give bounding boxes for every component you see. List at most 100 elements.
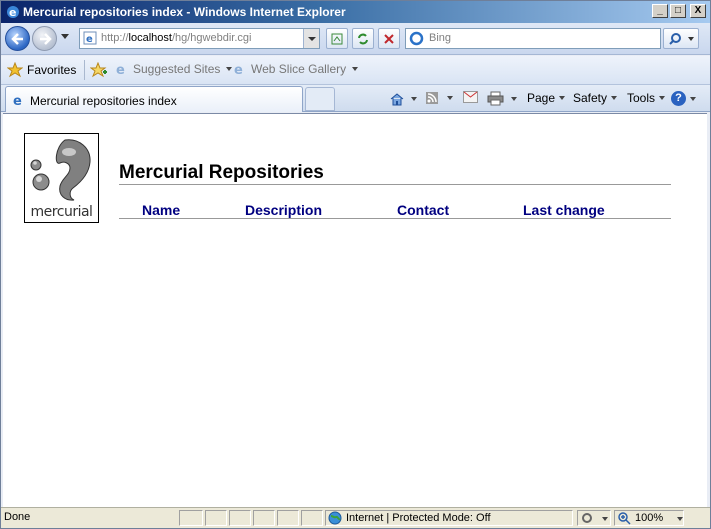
chevron-down-icon bbox=[602, 517, 608, 521]
security-zone[interactable]: Internet | Protected Mode: Off bbox=[325, 510, 573, 526]
chevron-down-icon bbox=[677, 517, 683, 521]
printer-icon bbox=[487, 91, 504, 106]
search-options-dropdown-icon[interactable] bbox=[688, 37, 694, 41]
svg-text:e: e bbox=[9, 6, 16, 19]
add-favorite-icon bbox=[90, 62, 107, 78]
address-bar[interactable]: e http://localhost/hg/hgwebdir.cgi bbox=[79, 28, 320, 49]
address-dropdown-button[interactable] bbox=[303, 29, 319, 48]
status-text: Done bbox=[4, 511, 31, 523]
column-header-description[interactable]: Description bbox=[245, 202, 322, 218]
column-header-contact[interactable]: Contact bbox=[397, 202, 449, 218]
browser-window: e Mercurial repositories index - Windows… bbox=[0, 0, 711, 529]
back-arrow-icon bbox=[11, 33, 23, 45]
address-url[interactable]: http://localhost/hg/hgwebdir.cgi bbox=[101, 32, 251, 44]
chevron-down-icon bbox=[411, 97, 417, 101]
chevron-down-icon bbox=[447, 96, 453, 100]
protected-mode-options[interactable] bbox=[577, 510, 611, 526]
minimize-button[interactable]: _ bbox=[652, 4, 668, 18]
ie-page-icon: e bbox=[13, 94, 22, 107]
page-content: mercurial Mercurial Repositories Name De… bbox=[3, 113, 707, 507]
column-header-last-change[interactable]: Last change bbox=[523, 202, 605, 218]
chevron-down-icon bbox=[690, 96, 696, 101]
title-bar: e Mercurial repositories index - Windows… bbox=[1, 1, 710, 23]
ie-page-icon: e bbox=[116, 63, 125, 76]
new-tab-button[interactable] bbox=[305, 87, 335, 111]
forward-arrow-icon bbox=[40, 33, 52, 45]
refresh-icon bbox=[358, 33, 368, 45]
suggested-sites-button[interactable]: e Suggested Sites bbox=[115, 62, 233, 76]
ie-page-icon: e bbox=[83, 31, 97, 45]
status-pane bbox=[205, 510, 227, 526]
svg-text:e: e bbox=[116, 63, 125, 76]
feeds-button[interactable] bbox=[425, 91, 453, 105]
address-toolbar: e http://localhost/hg/hgwebdir.cgi Bing bbox=[1, 23, 710, 55]
mercurial-droplet-icon bbox=[30, 139, 91, 201]
print-button[interactable] bbox=[487, 91, 517, 106]
stop-icon bbox=[384, 34, 394, 44]
add-to-favorites-bar-button[interactable] bbox=[90, 62, 108, 78]
tab-bar: e Mercurial repositories index Page Safe… bbox=[1, 85, 710, 112]
window-title: Mercurial repositories index - Windows I… bbox=[23, 5, 346, 19]
chevron-down-icon bbox=[611, 96, 618, 100]
maximize-button[interactable]: □ bbox=[670, 4, 686, 18]
zone-label: Internet | Protected Mode: Off bbox=[346, 512, 491, 524]
status-pane bbox=[277, 510, 299, 526]
settings-icon bbox=[582, 513, 592, 523]
back-button[interactable] bbox=[5, 26, 30, 51]
search-input[interactable]: Bing bbox=[405, 28, 661, 49]
magnifier-icon bbox=[669, 33, 681, 45]
svg-text:e: e bbox=[13, 94, 22, 107]
column-header-name[interactable]: Name bbox=[142, 202, 180, 218]
page-title: Mercurial Repositories bbox=[119, 162, 324, 183]
compatibility-view-button[interactable] bbox=[326, 28, 348, 49]
svg-text:e: e bbox=[86, 34, 93, 45]
chevron-down-icon bbox=[226, 67, 233, 71]
tab-mercurial-index[interactable]: e Mercurial repositories index bbox=[5, 86, 303, 112]
forward-button[interactable] bbox=[32, 26, 57, 51]
safety-menu-label: Safety bbox=[573, 91, 608, 105]
chevron-down-icon bbox=[559, 96, 566, 100]
zoom-level: 100% bbox=[635, 512, 664, 524]
favorites-star-icon bbox=[7, 62, 23, 78]
page-menu-label: Page bbox=[527, 91, 556, 105]
search-placeholder: Bing bbox=[429, 32, 452, 44]
close-window-button[interactable]: X bbox=[690, 4, 706, 18]
tools-menu[interactable]: Tools bbox=[627, 91, 666, 105]
logo-wordmark: mercurial bbox=[30, 204, 93, 220]
tab-label: Mercurial repositories index bbox=[30, 94, 177, 108]
mercurial-logo[interactable]: mercurial bbox=[24, 133, 99, 223]
favorites-button[interactable]: Favorites bbox=[7, 62, 76, 78]
zoom-icon bbox=[618, 512, 631, 525]
bing-icon bbox=[409, 31, 424, 46]
read-mail-button[interactable] bbox=[463, 91, 478, 103]
home-button[interactable] bbox=[389, 91, 417, 107]
page-menu[interactable]: Page bbox=[527, 91, 566, 105]
help-menu[interactable]: ? bbox=[671, 91, 696, 106]
favorites-separator bbox=[84, 60, 85, 80]
suggested-sites-label: Suggested Sites bbox=[133, 62, 221, 76]
web-slice-gallery-label: Web Slice Gallery bbox=[251, 62, 347, 76]
help-icon: ? bbox=[671, 91, 686, 106]
recent-pages-dropdown[interactable] bbox=[61, 34, 69, 39]
safety-menu[interactable]: Safety bbox=[573, 91, 618, 105]
ie-page-icon: e bbox=[234, 63, 243, 76]
ie-logo-icon: e bbox=[7, 6, 19, 19]
stop-button[interactable] bbox=[378, 28, 400, 49]
status-pane bbox=[179, 510, 203, 526]
search-button[interactable] bbox=[663, 28, 699, 49]
web-slice-gallery-button[interactable]: e Web Slice Gallery bbox=[233, 62, 359, 76]
status-pane bbox=[301, 510, 323, 526]
rss-feed-icon bbox=[426, 92, 438, 104]
status-pane bbox=[253, 510, 275, 526]
zoom-control[interactable]: 100% bbox=[614, 510, 684, 526]
chevron-down-icon bbox=[352, 67, 359, 71]
home-icon bbox=[390, 93, 404, 106]
title-divider bbox=[119, 184, 671, 185]
refresh-button[interactable] bbox=[352, 28, 374, 49]
favorites-bar: Favorites e Suggested Sites e Web Slice … bbox=[1, 56, 710, 85]
status-bar: Done Internet | Protected Mode: Off 100% bbox=[1, 507, 710, 528]
globe-icon bbox=[328, 511, 342, 525]
compatibility-icon bbox=[331, 33, 343, 45]
favorites-label: Favorites bbox=[27, 63, 77, 77]
chevron-down-icon bbox=[659, 96, 666, 100]
